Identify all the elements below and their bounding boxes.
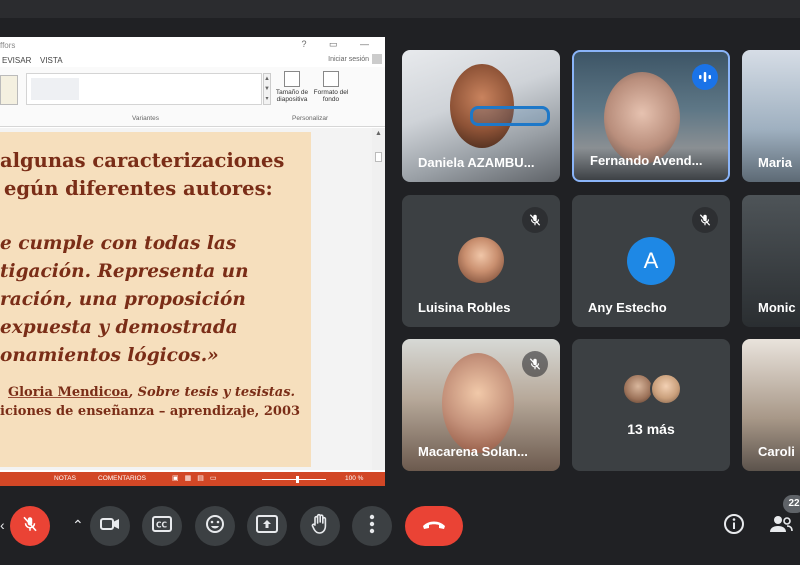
- background-format-icon: [323, 71, 339, 87]
- participant-tile-carolina[interactable]: Caroli: [742, 339, 800, 471]
- status-bar: NOTAS COMENTARIOS ▣▦▤▭ 100 %: [0, 472, 385, 486]
- more-options-icon: [369, 514, 375, 539]
- participant-name: Daniela AZAMBU...: [418, 155, 535, 170]
- mic-off-icon: [522, 351, 548, 377]
- zoom-level[interactable]: 100 %: [345, 475, 363, 482]
- slide-size-icon: [284, 71, 300, 87]
- background-format-label: Formato del fondo: [313, 89, 349, 103]
- reactions-button[interactable]: [195, 506, 235, 546]
- meet-window: ffors ? ▭ — EVISAR VISTA Iniciar sesión …: [0, 0, 800, 565]
- variants-gallery[interactable]: [26, 73, 262, 105]
- emoji-icon: [205, 514, 225, 539]
- zoom-slider-handle[interactable]: [296, 476, 299, 483]
- participant-video: [604, 72, 680, 164]
- scroll-thumb[interactable]: [375, 152, 382, 162]
- participant-tile-any[interactable]: A Any Estecho: [572, 195, 730, 327]
- info-icon: [723, 513, 745, 540]
- zoom-slider[interactable]: [262, 479, 326, 480]
- citation-title: , Sobre tesis y tesistas.: [128, 385, 296, 400]
- signin-link[interactable]: Iniciar sesión: [328, 56, 369, 63]
- scroll-up-icon[interactable]: ▲: [375, 130, 382, 137]
- view-buttons[interactable]: ▣▦▤▭: [172, 474, 222, 482]
- comments-button[interactable]: COMENTARIOS: [98, 475, 146, 482]
- glasses-decor: [470, 106, 550, 126]
- participant-name: Fernando Avend...: [590, 153, 703, 168]
- raise-hand-icon: [311, 513, 329, 540]
- shared-presentation: ffors ? ▭ — EVISAR VISTA Iniciar sesión …: [0, 37, 385, 486]
- ribbon-tabs: EVISAR VISTA Iniciar sesión: [0, 53, 385, 67]
- account-icon[interactable]: [372, 54, 382, 64]
- avatar: [458, 237, 504, 283]
- present-icon: [256, 514, 278, 538]
- meeting-info-button[interactable]: [714, 506, 754, 546]
- end-call-icon: [421, 517, 447, 535]
- citation-author: Gloria Mendicoa: [8, 385, 129, 400]
- participant-name: Monic: [758, 300, 796, 315]
- video-options-chevron-icon[interactable]: ⌃: [72, 517, 84, 534]
- more-participants-count: 13 más: [627, 421, 675, 437]
- participant-tile-maria[interactable]: Maria: [742, 50, 800, 182]
- participant-tile-fernando[interactable]: Fernando Avend...: [572, 50, 730, 182]
- slide-heading-line1: algunas caracterizaciones: [0, 149, 285, 172]
- raise-hand-button[interactable]: [300, 506, 340, 546]
- slide-size-label: Tamaño de diapositiva: [275, 89, 309, 103]
- more-options-button[interactable]: [352, 506, 392, 546]
- group-variants: Variantes: [132, 115, 159, 122]
- participant-tile-luisina[interactable]: Luisina Robles: [402, 195, 560, 327]
- participant-tile-macarena[interactable]: Macarena Solan...: [402, 339, 560, 471]
- window-controls[interactable]: ? ▭ —: [301, 39, 379, 50]
- camera-toggle-button[interactable]: [90, 506, 130, 546]
- mic-off-icon: [21, 515, 39, 538]
- slide-citation: Gloria Mendicoa, Sobre tesis y tesistas.: [8, 385, 295, 400]
- avatar: [650, 373, 682, 405]
- people-icon: [769, 515, 793, 538]
- camera-icon: [100, 517, 120, 536]
- people-count-badge: 22: [783, 495, 800, 513]
- participant-name: Maria: [758, 155, 792, 170]
- participant-tile-monica[interactable]: Monic: [742, 195, 800, 327]
- participant-name: Luisina Robles: [418, 300, 511, 315]
- slide-quote-line3: ración, una proposición: [0, 289, 246, 310]
- ribbon: ▲ ▼ ▾ Tamaño de diapositiva Formato del fo…: [0, 67, 385, 127]
- slide-size-button[interactable]: Tamaño de diapositiva: [274, 71, 310, 115]
- gallery-scroll[interactable]: ▲ ▼ ▾: [263, 73, 271, 105]
- mic-off-icon: [692, 207, 718, 233]
- end-call-button[interactable]: [405, 506, 463, 546]
- notes-button[interactable]: NOTAS: [54, 475, 76, 482]
- participant-video: [442, 353, 514, 453]
- svg-text:CC: CC: [156, 520, 168, 529]
- captions-icon: CC: [152, 515, 172, 537]
- background-format-button[interactable]: Formato del fondo: [313, 71, 349, 115]
- participant-name: Macarena Solan...: [418, 444, 528, 459]
- browser-top-bar: [0, 0, 800, 18]
- slide-scrollbar[interactable]: ▲: [372, 128, 385, 470]
- mic-off-icon: [522, 207, 548, 233]
- slide-quote-line2: tigación. Representa un: [0, 261, 249, 282]
- slide: algunas caracterizaciones egún diferente…: [0, 132, 311, 467]
- slide-heading-line2: egún diferentes autores:: [4, 177, 273, 200]
- tab-revisar[interactable]: EVISAR: [2, 56, 31, 65]
- presentation-title-bar: ffors ? ▭ —: [0, 37, 385, 53]
- slide-quote-line1: e cumple con todas las: [0, 233, 237, 254]
- slide-quote-line4: expuesta y demostrada: [0, 317, 238, 338]
- more-participants-tile[interactable]: 13 más: [572, 339, 730, 471]
- avatar: A: [627, 237, 675, 285]
- theme-swatch[interactable]: [0, 75, 18, 105]
- tab-vista[interactable]: VISTA: [40, 56, 63, 65]
- speaking-icon: [692, 64, 718, 90]
- participant-name: Caroli: [758, 444, 795, 459]
- more-participants-avatars: [622, 373, 684, 407]
- audio-options-chevron-icon[interactable]: ‹: [0, 517, 5, 533]
- present-screen-button[interactable]: [247, 506, 287, 546]
- group-customize: Personalizar: [292, 115, 329, 122]
- mic-toggle-button[interactable]: [10, 506, 50, 546]
- presentation-window-title: ffors: [0, 41, 16, 50]
- slide-canvas: algunas caracterizaciones egún diferente…: [0, 128, 385, 470]
- participant-name: Any Estecho: [588, 300, 667, 315]
- slide-citation-line2: iciones de enseñanza – aprendizaje, 2003: [0, 404, 301, 419]
- captions-button[interactable]: CC: [142, 506, 182, 546]
- slide-quote-line5: onamientos lógicos.»: [0, 345, 219, 366]
- participant-tile-daniela[interactable]: Daniela AZAMBU...: [402, 50, 560, 182]
- variant-thumbnail[interactable]: [31, 78, 79, 100]
